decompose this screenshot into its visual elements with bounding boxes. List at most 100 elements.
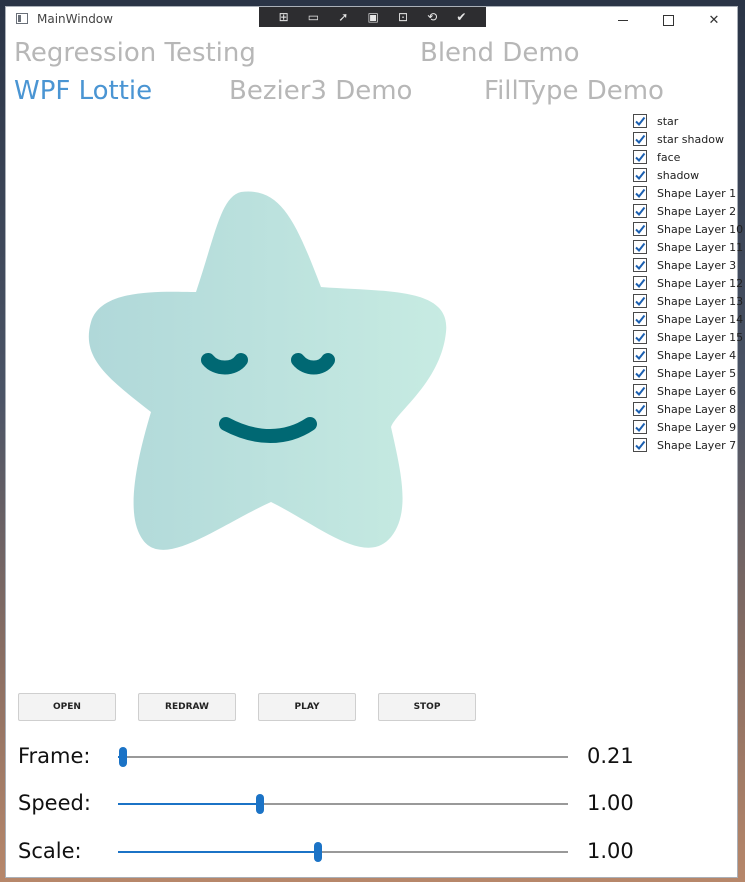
checkmark-icon [635, 134, 646, 145]
track-focus-icon[interactable]: ⊡ [398, 10, 408, 24]
layer-checkbox[interactable] [633, 402, 647, 416]
layer-checkbox[interactable] [633, 366, 647, 380]
checkmark-icon [635, 170, 646, 181]
layer-label: star shadow [657, 132, 724, 146]
layer-checkbox[interactable] [633, 330, 647, 344]
xaml-debug-toolbar: ⊞ ▭ ➚ ▣ ⊡ ⟲ ✔ [259, 7, 486, 27]
layer-checkbox[interactable] [633, 312, 647, 326]
star-shape [88, 191, 447, 550]
checkmark-icon [635, 188, 646, 199]
checkmark-icon [635, 206, 646, 217]
layer-row[interactable]: star shadow [633, 130, 724, 148]
layer-row[interactable]: star [633, 112, 678, 130]
layer-checkbox[interactable] [633, 204, 647, 218]
scale-label: Scale: [18, 839, 82, 863]
frame-label: Frame: [18, 744, 91, 768]
minimize-icon [618, 19, 628, 21]
layer-row[interactable]: face [633, 148, 680, 166]
layer-label: Shape Layer 15 [657, 330, 744, 344]
layer-label: Shape Layer 13 [657, 294, 744, 308]
layer-checkbox[interactable] [633, 420, 647, 434]
layer-checkbox[interactable] [633, 132, 647, 146]
checkmark-icon [635, 242, 646, 253]
checkmark-icon [635, 404, 646, 415]
maximize-icon [662, 14, 674, 26]
layer-row[interactable]: Shape Layer 6 [633, 382, 736, 400]
layer-label: Shape Layer 10 [657, 222, 744, 236]
layer-checkbox[interactable] [633, 276, 647, 290]
layer-row[interactable]: Shape Layer 1 [633, 184, 736, 202]
checkmark-icon [635, 296, 646, 307]
layer-checkbox[interactable] [633, 150, 647, 164]
layer-row[interactable]: Shape Layer 4 [633, 346, 736, 364]
display-layout-icon[interactable]: ▣ [367, 10, 378, 24]
nav-blend-demo[interactable]: Blend Demo [420, 38, 580, 68]
nav-bezier3-demo[interactable]: Bezier3 Demo [229, 76, 412, 106]
layer-row[interactable]: Shape Layer 5 [633, 364, 736, 382]
minimize-button[interactable] [600, 7, 646, 33]
scale-slider[interactable] [118, 842, 568, 862]
checkmark-icon [635, 332, 646, 343]
layer-checkbox[interactable] [633, 384, 647, 398]
layer-row[interactable]: Shape Layer 8 [633, 400, 736, 418]
stop-button[interactable]: STOP [378, 693, 476, 721]
layer-row[interactable]: shadow [633, 166, 699, 184]
slider-thumb[interactable] [118, 747, 127, 767]
layer-checkbox[interactable] [633, 168, 647, 182]
checkmark-icon [635, 350, 646, 361]
checkmark-icon [635, 224, 646, 235]
layer-checkbox[interactable] [633, 258, 647, 272]
layer-label: Shape Layer 9 [657, 420, 737, 434]
layer-row[interactable]: Shape Layer 12 [633, 274, 743, 292]
slider-fill [118, 803, 260, 805]
layer-checkbox[interactable] [633, 438, 647, 452]
layer-label: star [657, 114, 679, 128]
check-circle-icon[interactable]: ✔ [456, 10, 466, 24]
close-button[interactable]: ✕ [691, 7, 737, 33]
layer-checkbox[interactable] [633, 348, 647, 362]
layer-row[interactable]: Shape Layer 15 [633, 328, 743, 346]
lottie-animation-canvas [66, 182, 466, 562]
slider-thumb[interactable] [255, 794, 264, 814]
layer-checkbox[interactable] [633, 114, 647, 128]
layer-label: Shape Layer 3 [657, 258, 737, 272]
layer-row[interactable]: Shape Layer 13 [633, 292, 743, 310]
checkmark-icon [635, 368, 646, 379]
layer-row[interactable]: Shape Layer 2 [633, 202, 736, 220]
layer-checkbox[interactable] [633, 240, 647, 254]
layer-checkbox[interactable] [633, 294, 647, 308]
layer-row[interactable]: Shape Layer 7 [633, 436, 736, 454]
main-window: MainWindow ✕ ⊞ ▭ ➚ ▣ ⊡ ⟲ ✔ Regression Te… [5, 6, 743, 878]
slider-track [118, 756, 568, 758]
speed-slider[interactable] [118, 794, 568, 814]
right-eye [291, 353, 335, 375]
hot-reload-icon[interactable]: ⟲ [427, 10, 437, 24]
record-icon[interactable]: ▭ [308, 10, 319, 24]
nav-wpf-lottie[interactable]: WPF Lottie [14, 76, 152, 106]
checkmark-icon [635, 386, 646, 397]
pointer-icon[interactable]: ➚ [338, 10, 348, 24]
layer-row[interactable]: Shape Layer 9 [633, 418, 736, 436]
layer-label: Shape Layer 8 [657, 402, 737, 416]
layer-label: Shape Layer 11 [657, 240, 744, 254]
frame-slider[interactable] [118, 747, 568, 767]
scale-value: 1.00 [587, 839, 634, 863]
layer-label: Shape Layer 12 [657, 276, 744, 290]
slider-thumb[interactable] [314, 842, 323, 862]
layer-row[interactable]: Shape Layer 10 [633, 220, 743, 238]
maximize-button[interactable] [645, 7, 691, 33]
layer-checkbox[interactable] [633, 222, 647, 236]
select-element-icon[interactable]: ⊞ [279, 10, 289, 24]
layer-row[interactable]: Shape Layer 3 [633, 256, 736, 274]
open-button[interactable]: OPEN [18, 693, 116, 721]
nav-filltype-demo[interactable]: FillType Demo [484, 76, 664, 106]
frame-value: 0.21 [587, 744, 634, 768]
layer-row[interactable]: Shape Layer 11 [633, 238, 743, 256]
layer-label: Shape Layer 6 [657, 384, 737, 398]
redraw-button[interactable]: REDRAW [138, 693, 236, 721]
checkmark-icon [635, 422, 646, 433]
layer-row[interactable]: Shape Layer 14 [633, 310, 743, 328]
play-button[interactable]: PLAY [258, 693, 356, 721]
layer-checkbox[interactable] [633, 186, 647, 200]
nav-regression-testing[interactable]: Regression Testing [14, 38, 256, 68]
